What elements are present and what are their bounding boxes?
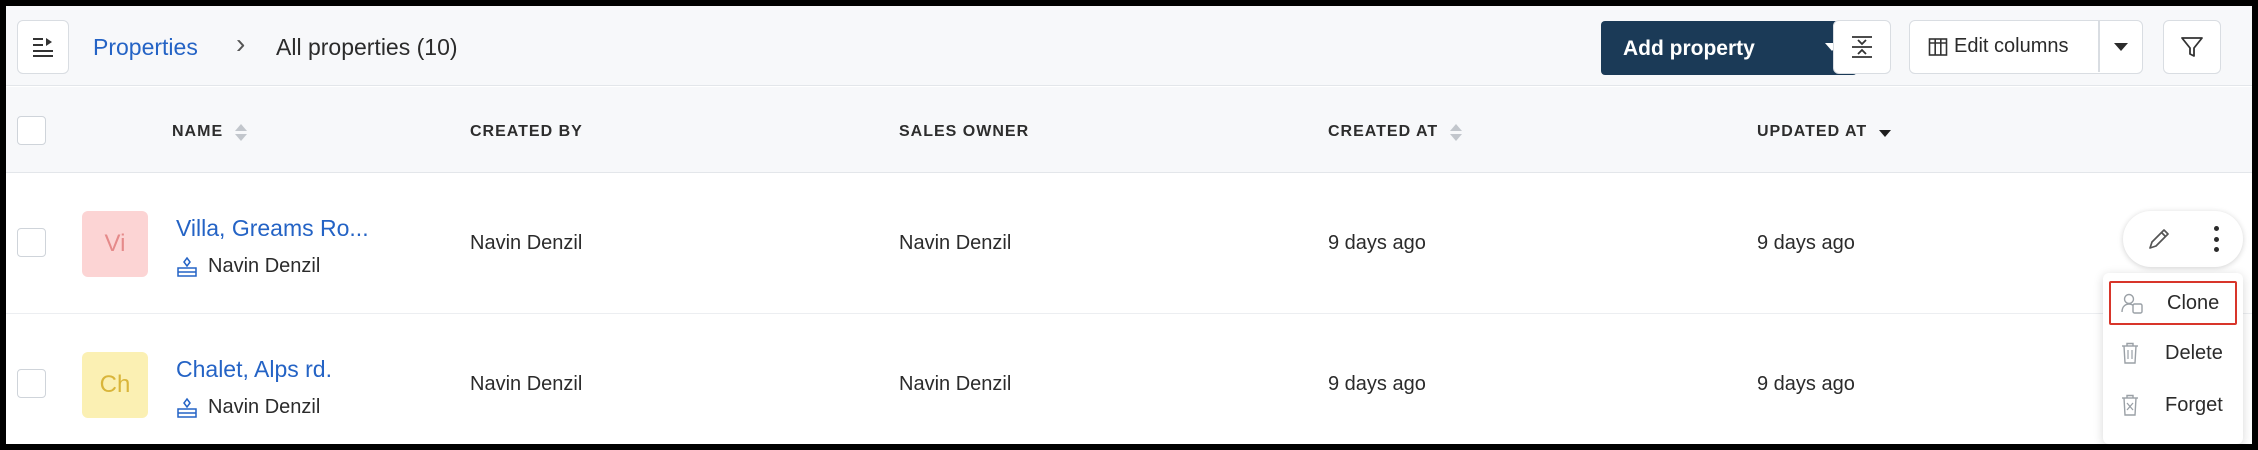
breadcrumb-separator-icon: › — [236, 28, 246, 59]
columns-icon — [1928, 37, 1948, 56]
breadcrumb-current-page: All properties (10) — [276, 34, 458, 60]
created-at-cell: 9 days ago — [1328, 232, 1426, 254]
owner-icon — [177, 256, 197, 277]
table-row[interactable]: Ch Chalet, Alps rd. Navin Denzil Navin D… — [6, 315, 2252, 444]
add-property-button[interactable]: Add property — [1601, 21, 1857, 75]
menu-item-delete[interactable]: Delete — [2109, 331, 2237, 375]
updated-at-cell: 9 days ago — [1757, 232, 1855, 254]
edit-columns-dropdown-button[interactable] — [2099, 21, 2143, 72]
owner-icon — [177, 397, 197, 418]
column-header-label: CREATED BY — [470, 123, 583, 140]
menu-item-label: Forget — [2165, 393, 2223, 416]
top-toolbar: Properties › All properties (10) Add pro… — [6, 6, 2252, 86]
sort-icon[interactable] — [235, 123, 248, 141]
more-icon — [2213, 226, 2219, 231]
row-actions — [2123, 211, 2243, 267]
row-density-button[interactable] — [1833, 20, 1891, 74]
menu-item-forget[interactable]: Forget — [2109, 383, 2237, 427]
sales-owner-cell: Navin Denzil — [899, 373, 1012, 395]
edit-button[interactable] — [2145, 225, 2173, 253]
column-header-label: CREATED AT — [1328, 123, 1439, 140]
row-checkbox[interactable] — [17, 369, 46, 398]
property-owner: Navin Denzil — [176, 396, 320, 419]
sidebar-toggle-button[interactable] — [17, 20, 69, 74]
updated-at-cell: 9 days ago — [1757, 373, 1855, 395]
menu-item-label: Clone — [2167, 291, 2220, 314]
add-property-label: Add property — [1623, 37, 1755, 60]
avatar-initials: Vi — [104, 230, 126, 257]
avatar: Ch — [82, 352, 148, 418]
forget-icon — [2122, 394, 2138, 416]
sort-icon[interactable] — [1450, 123, 1463, 141]
edit-columns-group: Edit columns — [1909, 20, 2143, 74]
column-header-updated-at[interactable]: UPDATED AT — [1757, 123, 1892, 141]
more-icon-dot — [2213, 247, 2219, 252]
created-by-cell: Navin Denzil — [470, 232, 583, 254]
edit-columns-label: Edit columns — [1954, 35, 2069, 57]
row-checkbox[interactable] — [17, 228, 46, 257]
sort-descending-icon[interactable] — [1879, 128, 1892, 137]
owner-name: Navin Denzil — [208, 255, 321, 277]
property-name-link[interactable]: Chalet, Alps rd. — [176, 356, 332, 383]
avatar-initials: Ch — [99, 371, 131, 398]
table-header: NAME CREATED BY SALES OWNER CREATED AT U… — [6, 87, 2252, 173]
clone-icon — [2121, 293, 2143, 314]
density-icon — [1852, 36, 1872, 58]
table-row[interactable]: Vi Villa, Greams Ro... Navin Denzil Navi… — [6, 174, 2252, 314]
column-header-created-at[interactable]: CREATED AT — [1328, 123, 1463, 141]
chevron-down-icon — [2114, 42, 2128, 51]
column-header-label: NAME — [172, 123, 224, 140]
property-owner: Navin Denzil — [176, 255, 320, 278]
menu-item-clone[interactable]: Clone — [2109, 281, 2237, 325]
pencil-icon — [2149, 229, 2169, 249]
collapse-sidebar-icon — [33, 38, 53, 57]
filter-icon — [2181, 37, 2203, 57]
owner-name: Navin Denzil — [208, 396, 321, 418]
column-header-name[interactable]: NAME — [172, 123, 248, 141]
created-by-cell: Navin Denzil — [470, 373, 583, 395]
column-header-label: SALES OWNER — [899, 123, 1030, 140]
avatar: Vi — [82, 211, 148, 277]
trash-icon — [2122, 342, 2138, 364]
breadcrumb-properties-link[interactable]: Properties — [93, 34, 198, 61]
more-options-button[interactable] — [2207, 223, 2225, 255]
column-header-sales-owner: SALES OWNER — [899, 123, 1029, 141]
edit-columns-button[interactable]: Edit columns — [1910, 21, 2098, 72]
more-icon-dot — [2213, 236, 2219, 242]
property-name-link[interactable]: Villa, Greams Ro... — [176, 215, 369, 242]
select-all-checkbox[interactable] — [17, 116, 46, 145]
menu-item-label: Delete — [2165, 341, 2223, 364]
app-frame: Properties › All properties (10) Add pro… — [6, 6, 2252, 444]
filter-button[interactable] — [2163, 20, 2221, 74]
column-header-created-by: CREATED BY — [470, 123, 583, 141]
row-action-menu: Clone Delete Forget — [2103, 273, 2243, 444]
column-header-label: UPDATED AT — [1757, 123, 1868, 140]
created-at-cell: 9 days ago — [1328, 373, 1426, 395]
sales-owner-cell: Navin Denzil — [899, 232, 1012, 254]
